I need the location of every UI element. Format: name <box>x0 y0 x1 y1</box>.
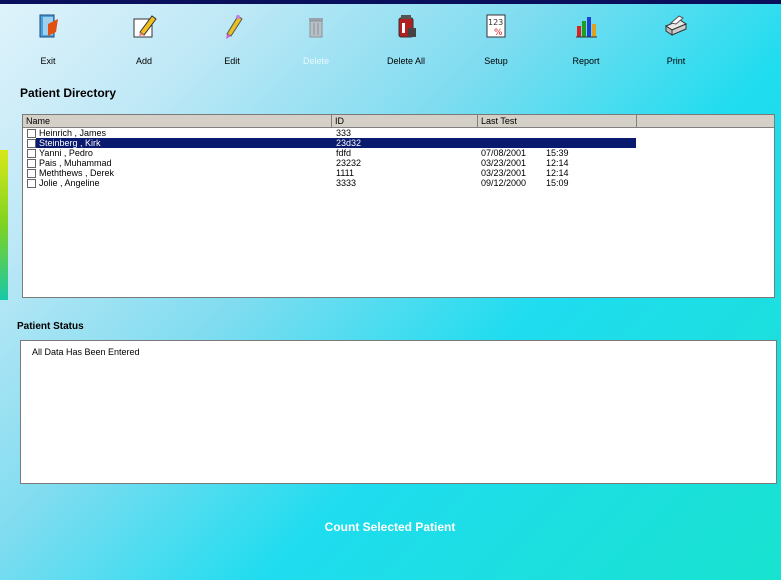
row-date: 09/12/2000 <box>481 178 527 188</box>
edit-pen-icon <box>226 15 243 39</box>
status-message: All Data Has Been Entered <box>32 347 140 357</box>
exit-button[interactable]: Exit <box>8 8 88 72</box>
edit-label: Edit <box>224 56 240 66</box>
status-text-area[interactable]: All Data Has Been Entered <box>20 340 777 484</box>
toolbar: Exit Add Edit Delete Delete All 123 % Se… <box>0 8 781 72</box>
svg-text:%: % <box>494 28 503 38</box>
report-label: Report <box>572 56 600 66</box>
setup-calculator-icon: 123 % <box>486 14 506 38</box>
count-selected-patient-button[interactable]: Count Selected Patient <box>290 520 490 542</box>
setup-button[interactable]: 123 % Setup <box>456 8 536 72</box>
delete-all-bin-icon <box>398 15 416 38</box>
exit-label: Exit <box>40 56 56 66</box>
report-chart-icon <box>576 17 597 38</box>
row-date: 03/23/2001 <box>481 168 527 178</box>
add-button[interactable]: Add <box>104 8 184 72</box>
directory-title: Patient Directory <box>20 86 117 100</box>
row-time: 12:14 <box>546 168 569 178</box>
list-row[interactable]: Jolie , Angeline 3333 09/12/2000 15:09 <box>23 178 774 188</box>
row-name: Jolie , Angeline <box>39 178 100 188</box>
row-checkbox[interactable] <box>27 169 36 178</box>
setup-label: Setup <box>484 56 508 66</box>
list-row-selected[interactable]: Steinberg , Kirk 23d32 <box>23 138 774 148</box>
row-checkbox[interactable] <box>27 139 36 148</box>
row-id: 333 <box>336 128 352 138</box>
report-button[interactable]: Report <box>546 8 626 72</box>
row-id: 23d32 <box>336 138 362 148</box>
row-id: 1111 <box>336 168 355 178</box>
row-time: 15:39 <box>546 148 569 158</box>
svg-text:123: 123 <box>488 18 503 27</box>
exit-door-icon <box>39 14 58 38</box>
list-row[interactable]: Heinrich , James 333 <box>23 128 774 138</box>
edit-button[interactable]: Edit <box>192 8 272 72</box>
row-id: fdfd <box>336 148 352 158</box>
print-button[interactable]: Print <box>636 8 716 72</box>
row-id: 3333 <box>336 178 357 188</box>
row-date: 07/08/2001 <box>481 148 527 158</box>
delete-button[interactable]: Delete <box>276 8 356 72</box>
delete-all-button[interactable]: Delete All <box>366 8 446 72</box>
trash-can-icon <box>309 18 323 38</box>
delete-all-label: Delete All <box>386 56 426 66</box>
column-header-name[interactable]: Name <box>23 115 332 127</box>
print-label: Print <box>666 56 686 66</box>
row-checkbox[interactable] <box>27 159 36 168</box>
left-accent-bar <box>0 150 8 300</box>
row-time: 12:14 <box>546 158 569 168</box>
row-checkbox[interactable] <box>27 129 36 138</box>
add-pencil-icon <box>133 15 157 38</box>
list-rows: Heinrich , James 333 Steinberg , Kirk 23… <box>23 128 774 188</box>
row-checkbox[interactable] <box>27 179 36 188</box>
row-name: Yanni , Pedro <box>39 148 93 158</box>
list-header: Name ID Last Test <box>23 115 774 128</box>
list-row[interactable]: Yanni , Pedro fdfd 07/08/2001 15:39 <box>23 148 774 158</box>
row-time: 15:09 <box>546 178 569 188</box>
list-row[interactable]: Meththews , Derek 1111 03/23/2001 12:14 <box>23 168 774 178</box>
patient-list[interactable]: Name ID Last Test Heinrich , James 333 S… <box>22 114 775 298</box>
printer-icon <box>664 15 688 36</box>
delete-label: Delete <box>302 56 329 66</box>
row-checkbox[interactable] <box>27 149 36 158</box>
row-name: Pais , Muhammad <box>39 158 112 168</box>
status-title: Patient Status <box>17 321 84 332</box>
add-label: Add <box>135 56 152 66</box>
row-date: 03/23/2001 <box>481 158 527 168</box>
row-name: Steinberg , Kirk <box>39 138 101 148</box>
list-row[interactable]: Pais , Muhammad 23232 03/23/2001 12:14 <box>23 158 774 168</box>
window-titlebar <box>0 0 781 4</box>
column-header-id[interactable]: ID <box>332 115 478 127</box>
row-name: Meththews , Derek <box>39 168 115 178</box>
row-id: 23232 <box>336 158 362 168</box>
column-header-last-test[interactable]: Last Test <box>478 115 637 127</box>
row-name: Heinrich , James <box>39 128 107 138</box>
